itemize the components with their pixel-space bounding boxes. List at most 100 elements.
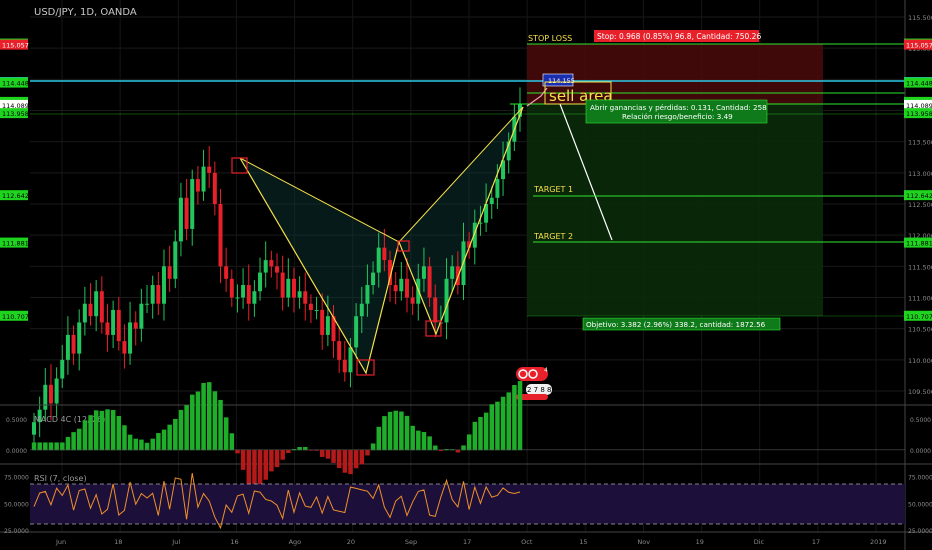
- macd-bar: [223, 417, 229, 451]
- price-tick-label: 111.000: [908, 295, 932, 303]
- candle-body: [128, 322, 133, 354]
- macd-bar: [410, 425, 415, 451]
- time-tick-label: Oct: [521, 538, 533, 546]
- macd-bar: [382, 416, 387, 451]
- macd-bar: [133, 438, 139, 451]
- candle-body: [241, 285, 246, 298]
- macd-bar: [359, 449, 365, 465]
- target2-label: TARGET 2: [533, 232, 573, 241]
- price-tick-label: 112.500: [908, 201, 932, 209]
- candle-body: [427, 266, 432, 298]
- time-axis[interactable]: Jun 18 Jul 16 Ago 20 Sep 17 Oct 15 Nov 19 Dic 17 2019: [55, 538, 887, 546]
- candle-body: [71, 334, 76, 354]
- price-tick-label: 113.500: [908, 139, 932, 147]
- candle-body: [229, 278, 234, 298]
- time-tick-label: Jun: [55, 538, 66, 546]
- candle-body: [365, 285, 370, 304]
- macd-bar: [252, 449, 257, 487]
- rsi-tick-label: 75.0000: [908, 475, 932, 482]
- macd-bar: [139, 439, 144, 451]
- candle-body: [371, 272, 376, 286]
- candle-body: [116, 309, 121, 342]
- macd-tick-label: 0.0000: [910, 448, 931, 455]
- macd-bar: [427, 436, 432, 451]
- macd-bar: [206, 382, 212, 451]
- macd-bar: [105, 409, 110, 451]
- rsi-tick-label: 25.0000: [4, 528, 29, 535]
- macd-bar: [274, 449, 280, 468]
- macd-bar: [144, 442, 150, 451]
- macd-bar: [229, 433, 235, 451]
- stop-loss-label: STOP LOSS: [528, 34, 572, 43]
- candle-body: [235, 297, 240, 299]
- macd-bar: [88, 415, 93, 451]
- candle-body: [65, 334, 70, 360]
- macd-bar: [478, 417, 483, 451]
- macd-bar: [404, 415, 410, 451]
- macd-bar: [263, 449, 268, 480]
- candle-body: [178, 197, 183, 242]
- macd-bar: [127, 434, 133, 451]
- stop-info-text: Stop: 0.968 (0.85%) 96.8, Cantidad: 750.…: [597, 32, 761, 41]
- candle-body: [399, 278, 404, 292]
- candle-body: [359, 303, 364, 317]
- candle-body: [111, 309, 116, 335]
- macd-bar: [184, 405, 189, 451]
- macd-bar: [331, 449, 336, 463]
- candle-body: [348, 347, 353, 373]
- candle-body: [32, 422, 36, 435]
- candle-body: [489, 197, 494, 204]
- candle-body: [280, 272, 285, 298]
- time-tick-label: 17: [812, 538, 820, 546]
- macd-bar: [93, 410, 99, 451]
- macd-bar: [500, 396, 506, 451]
- macd-bar: [320, 449, 325, 457]
- pnl-line2: Relación riesgo/beneficio: 3.49: [622, 112, 733, 121]
- macd-bar: [116, 415, 122, 451]
- candle-body: [314, 309, 319, 311]
- macd-bar: [71, 432, 76, 451]
- profit-zone: [527, 104, 823, 316]
- macd-bar: [161, 429, 167, 451]
- time-tick-label: 20: [347, 538, 355, 546]
- candle-body: [88, 303, 93, 317]
- chart-stage[interactable]: STOP LOSS Stop: 0.968 (0.85%) 96.8, Cant…: [0, 0, 932, 550]
- candle-body: [495, 179, 500, 198]
- candle-body: [201, 166, 206, 192]
- candle-body: [269, 260, 274, 267]
- macd-bar: [178, 409, 184, 451]
- price-tick-label: 109.500: [908, 388, 932, 396]
- rsi-tick-label: 50.0000: [908, 501, 932, 508]
- macd-bar: [472, 421, 478, 451]
- macd-bar: [365, 449, 370, 456]
- candle-body: [133, 322, 138, 329]
- candle-body: [275, 266, 279, 273]
- candle-body: [297, 291, 302, 298]
- rsi-tick-label: 50.0000: [4, 501, 29, 508]
- candle-body: [195, 179, 200, 192]
- candle-body: [246, 285, 251, 304]
- objective-text: Objetivo: 3.382 (2.96%) 338.2, cantidad:…: [586, 320, 766, 329]
- candle-body: [325, 316, 330, 335]
- candle-body: [258, 272, 263, 292]
- macd-bar: [280, 449, 285, 460]
- candle-body: [444, 278, 449, 323]
- macd-bar: [37, 442, 42, 451]
- macd-bar: [286, 449, 291, 454]
- candle-body: [105, 322, 110, 335]
- macd-bar: [269, 449, 274, 472]
- macd-bar: [235, 449, 240, 454]
- macd-bar: [512, 385, 517, 451]
- candle-body: [224, 266, 229, 279]
- time-tick-label: 17: [463, 538, 471, 546]
- macd-bar: [150, 438, 155, 451]
- candle-body: [337, 341, 342, 360]
- macd-tick-label: 0.5000: [910, 417, 931, 424]
- macd-bar: [77, 428, 82, 451]
- macd-bar: [325, 449, 331, 459]
- macd-bar: [82, 420, 88, 451]
- candle-body: [421, 266, 426, 279]
- candle-body: [94, 291, 99, 317]
- macd-bar: [257, 449, 263, 487]
- price-label-text: 113.958: [2, 110, 29, 118]
